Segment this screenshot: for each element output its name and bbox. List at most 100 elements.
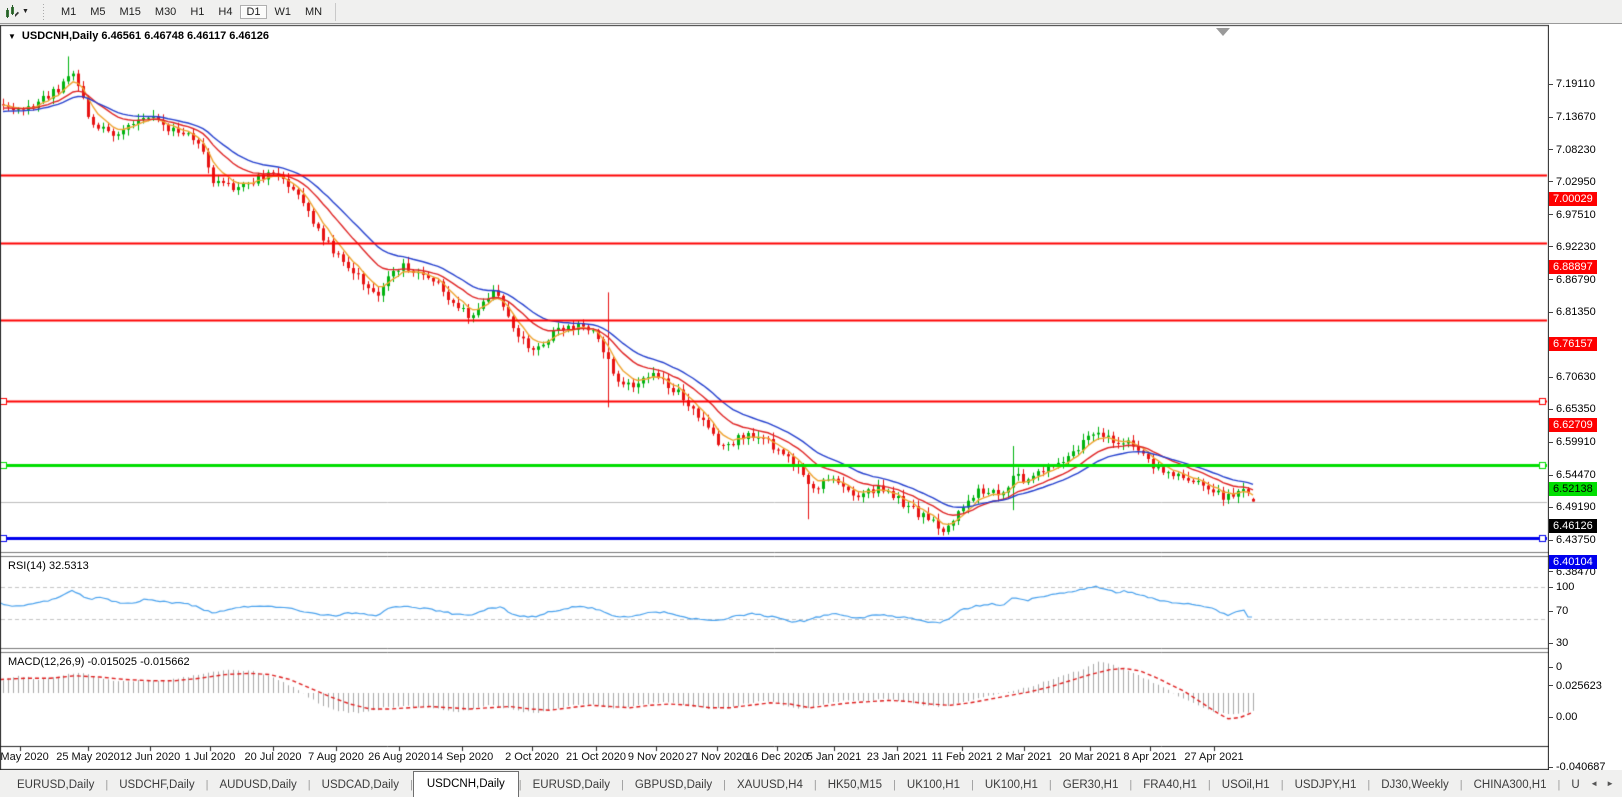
tick-dash bbox=[1549, 181, 1553, 182]
date-label: 20 Jul 2020 bbox=[245, 751, 302, 763]
symbol-tab-USOil-H1[interactable]: USOil,H1 bbox=[1211, 774, 1281, 797]
rsi-axis-tick: 30 bbox=[1549, 636, 1568, 650]
date-label: 11 Feb 2021 bbox=[932, 751, 993, 763]
tick-dash bbox=[1549, 643, 1553, 644]
tick-dash bbox=[1549, 409, 1553, 410]
level-price-tag[interactable]: 6.40104 bbox=[1549, 555, 1597, 569]
level-price-tag[interactable]: 6.62709 bbox=[1549, 418, 1597, 432]
chart-tab-bar: EURUSD,Daily|USDCHF,Daily|AUDUSD,Daily|U… bbox=[0, 770, 1622, 797]
tab-scroll-arrows: ◄ ► bbox=[1584, 770, 1620, 797]
timeframe-button-M1[interactable]: M1 bbox=[55, 5, 82, 19]
date-label: 7 Aug 2020 bbox=[308, 751, 364, 763]
price-axis-tick: 6.97510 bbox=[1549, 208, 1596, 222]
collapse-caret-icon[interactable]: ▼ bbox=[8, 32, 16, 41]
price-chart-canvas[interactable] bbox=[0, 24, 1549, 770]
date-label: 25 May 2020 bbox=[56, 751, 120, 763]
price-axis-tick: 6.92230 bbox=[1549, 240, 1596, 254]
price-axis-tick: 6.81350 bbox=[1549, 305, 1596, 319]
symbol-tab-UK100-H1[interactable]: UK100,H1 bbox=[896, 774, 971, 797]
rsi-axis-tick: 0 bbox=[1549, 660, 1562, 674]
rsi-axis-tick: 70 bbox=[1549, 604, 1568, 618]
tick-dash bbox=[1549, 507, 1553, 508]
symbol-tab-FRA40-H1[interactable]: FRA40,H1 bbox=[1132, 774, 1208, 797]
tick-dash bbox=[1549, 442, 1553, 443]
tick-dash bbox=[1549, 312, 1553, 313]
symbol-tab-XAUUSD-H4[interactable]: XAUUSD,H4 bbox=[726, 774, 814, 797]
charts-toolbar-dropdown-caret[interactable]: ▼ bbox=[22, 8, 29, 15]
date-label: 5 Jan 2021 bbox=[807, 751, 861, 763]
symbol-tab-USDJPY-H1[interactable]: USDJPY,H1 bbox=[1284, 774, 1368, 797]
price-axis-tick: 6.65350 bbox=[1549, 402, 1596, 416]
tick-dash bbox=[1549, 475, 1553, 476]
timeframe-button-M5[interactable]: M5 bbox=[84, 5, 111, 19]
price-axis-tick: 6.86790 bbox=[1549, 273, 1596, 287]
date-label: 6 May 2020 bbox=[0, 751, 49, 763]
price-axis-tick: 6.43750 bbox=[1549, 533, 1596, 547]
date-label: 21 Oct 2020 bbox=[566, 751, 626, 763]
price-axis[interactable]: 7.19110 7.13670 7.08230 7.02950 6.97510 6.922… bbox=[1549, 24, 1622, 770]
date-label: 1 Jul 2020 bbox=[185, 751, 236, 763]
price-axis-tick: 7.02950 bbox=[1549, 175, 1596, 189]
level-price-tag[interactable]: 6.52138 bbox=[1549, 482, 1597, 496]
symbol-tab-EURUSD-Daily[interactable]: EURUSD,Daily bbox=[6, 774, 105, 797]
price-axis-tick: 7.13670 bbox=[1549, 110, 1596, 124]
timeframe-toolbar: ▼ M1M5M15M30H1H4D1W1MN bbox=[0, 0, 1622, 24]
symbol-tab-GBPUSD-Daily[interactable]: GBPUSD,Daily bbox=[624, 774, 723, 797]
price-axis-tick: 6.70630 bbox=[1549, 370, 1596, 384]
symbol-tab-AUDUSD-Daily[interactable]: AUDUSD,Daily bbox=[208, 774, 307, 797]
macd-axis-tick: 0.00 bbox=[1549, 710, 1577, 724]
timeframe-button-D1[interactable]: D1 bbox=[240, 5, 266, 19]
symbol-tab-HK50-M15[interactable]: HK50,M15 bbox=[817, 774, 893, 797]
tick-dash bbox=[1549, 767, 1553, 768]
tick-dash bbox=[1549, 685, 1553, 686]
macd-indicator-label: MACD(12,26,9) -0.015025 -0.015662 bbox=[8, 656, 190, 668]
price-axis-tick: 7.19110 bbox=[1549, 77, 1595, 91]
date-label: 8 Apr 2021 bbox=[1123, 751, 1176, 763]
date-label: 14 Sep 2020 bbox=[431, 751, 493, 763]
tick-dash bbox=[1549, 377, 1553, 378]
timeframe-button-M30[interactable]: M30 bbox=[149, 5, 182, 19]
time-axis[interactable]: 6 May 202025 May 202012 Jun 20201 Jul 20… bbox=[0, 746, 1549, 770]
symbol-tab-EURUSD-Daily[interactable]: EURUSD,Daily bbox=[522, 774, 621, 797]
symbol-tab-DJ30-Weekly[interactable]: DJ30,Weekly bbox=[1370, 774, 1460, 797]
symbol-tab-GER30-H1[interactable]: GER30,H1 bbox=[1052, 774, 1130, 797]
level-price-tag[interactable]: 6.88897 bbox=[1549, 260, 1597, 274]
price-axis-tick: 6.49190 bbox=[1549, 500, 1596, 514]
toolbar-separator bbox=[335, 3, 336, 21]
chart-window: ▼USDCNH,Daily 6.46561 6.46748 6.46117 6.… bbox=[0, 24, 1622, 770]
tab-scroll-left-icon[interactable]: ◄ bbox=[1586, 777, 1602, 790]
price-axis-tick: 6.54470 bbox=[1549, 468, 1596, 482]
symbol-tab-CHINA300-H1[interactable]: CHINA300,H1 bbox=[1463, 774, 1558, 797]
symbol-tab-USDCHF-Daily[interactable]: USDCHF,Daily bbox=[108, 774, 205, 797]
current-price-tag: 6.46126 bbox=[1549, 519, 1597, 533]
tick-dash bbox=[1549, 117, 1553, 118]
timeframe-button-H4[interactable]: H4 bbox=[212, 5, 238, 19]
toolbar-grip[interactable] bbox=[41, 4, 46, 20]
macd-axis-tick: 0.025623 bbox=[1549, 679, 1602, 693]
chart-shift-marker-icon[interactable] bbox=[1216, 28, 1230, 36]
tick-dash bbox=[1549, 279, 1553, 280]
timeframe-button-H1[interactable]: H1 bbox=[184, 5, 210, 19]
tick-dash bbox=[1549, 84, 1553, 85]
tick-dash bbox=[1549, 214, 1553, 215]
level-price-tag[interactable]: 7.00029 bbox=[1549, 192, 1597, 206]
tab-scroll-right-icon[interactable]: ► bbox=[1602, 777, 1618, 790]
timeframe-button-W1[interactable]: W1 bbox=[269, 5, 298, 19]
timeframe-buttons: M1M5M15M30H1H4D1W1MN bbox=[54, 2, 329, 21]
tick-dash bbox=[1549, 717, 1553, 718]
price-axis-tick: 7.08230 bbox=[1549, 143, 1596, 157]
charts-toolbar-icon[interactable] bbox=[4, 4, 20, 20]
symbol-tab-USDCNH-Daily[interactable]: USDCNH,Daily bbox=[413, 771, 519, 797]
symbol-tab-UK100-H1[interactable]: UK100,H1 bbox=[974, 774, 1049, 797]
timeframe-button-M15[interactable]: M15 bbox=[114, 5, 147, 19]
date-label: 23 Jan 2021 bbox=[867, 751, 928, 763]
rsi-indicator-label: RSI(14) 32.5313 bbox=[8, 560, 89, 572]
date-label: 2 Mar 2021 bbox=[996, 751, 1052, 763]
tick-dash bbox=[1549, 246, 1553, 247]
date-label: 27 Nov 2020 bbox=[686, 751, 748, 763]
timeframe-button-MN[interactable]: MN bbox=[299, 5, 328, 19]
tick-dash bbox=[1549, 571, 1553, 572]
symbol-tab-USDCAD-Daily[interactable]: USDCAD,Daily bbox=[311, 774, 410, 797]
level-price-tag[interactable]: 6.76157 bbox=[1549, 337, 1597, 351]
rsi-axis-tick: 100 bbox=[1549, 580, 1574, 594]
